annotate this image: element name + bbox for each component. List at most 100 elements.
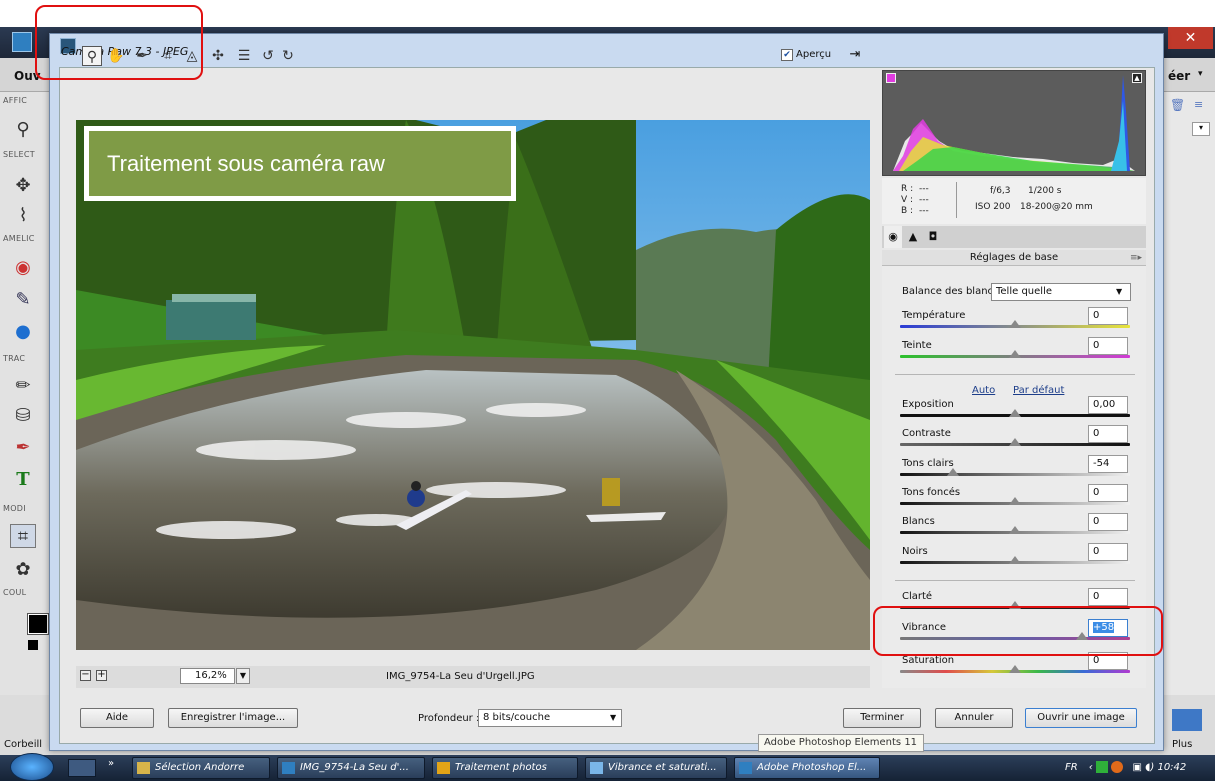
auto-link[interactable]: Auto — [972, 385, 995, 396]
panel-menu-icon[interactable]: ≡▸ — [1130, 253, 1142, 263]
panel-title: Réglages de base — [882, 250, 1146, 266]
lens: 18-200@20 mm — [1020, 202, 1093, 212]
slider-value-field[interactable]: -54 — [1088, 455, 1128, 473]
language-indicator[interactable]: FR — [1065, 762, 1078, 773]
dropdown-icon[interactable]: ▾ — [1192, 122, 1210, 136]
slider-thumb[interactable] — [1009, 556, 1021, 564]
more-icon[interactable] — [1172, 709, 1202, 731]
chevron-down-icon[interactable]: ▼ — [1116, 287, 1122, 296]
foreground-color-swatch[interactable] — [27, 613, 49, 635]
slider-thumb[interactable] — [1009, 320, 1021, 328]
taskbar-item-image[interactable]: IMG_9754-La Seu d'... — [277, 757, 425, 779]
highlight-clipping-warning-icon[interactable]: ▲ — [1132, 73, 1142, 83]
menu-item-create[interactable]: éer — [1168, 69, 1190, 83]
slider-label: Contraste — [902, 428, 951, 439]
preferences-icon[interactable]: ☰ — [234, 46, 254, 66]
slider-value-field[interactable]: 0 — [1088, 588, 1128, 606]
trash-icon[interactable]: 🗑 — [1170, 98, 1185, 112]
slider-thumb[interactable] — [946, 468, 959, 476]
start-button[interactable] — [10, 753, 54, 781]
eyedropper-tool-icon[interactable]: ✒ — [10, 436, 36, 460]
slider-value-field[interactable]: 0 — [1088, 307, 1128, 325]
rotate-right-icon[interactable]: ↻ — [278, 46, 298, 66]
detail-tab-icon[interactable]: ▲ — [905, 229, 921, 245]
taskbar-item-photoshop[interactable]: Adobe Photoshop El... — [734, 757, 880, 779]
pencil-tool-icon[interactable]: ✏ — [10, 374, 36, 398]
list-icon[interactable]: ≡ — [1194, 98, 1208, 112]
red-eye-tool-icon[interactable]: ✣ — [208, 46, 228, 66]
close-button[interactable]: ✕ — [1168, 27, 1213, 49]
camera-calibration-tab-icon[interactable]: ◘ — [925, 229, 941, 245]
slider-value-field[interactable]: 0 — [1088, 484, 1128, 502]
chevron-down-icon[interactable]: ▾ — [1198, 69, 1203, 79]
lasso-tool-icon[interactable]: ⌇ — [10, 204, 36, 228]
annotation-banner: Traitement sous caméra raw — [84, 126, 516, 201]
done-button[interactable]: Terminer — [843, 708, 921, 728]
chevron-left-icon[interactable]: ‹ — [1089, 762, 1093, 773]
clock[interactable]: 10:42 — [1157, 762, 1186, 773]
slider-value-field[interactable]: 0 — [1088, 337, 1128, 355]
annotation-text: Traitement sous caméra raw — [89, 131, 511, 196]
more-label[interactable]: Plus — [1172, 739, 1192, 750]
slider-thumb[interactable] — [1009, 526, 1021, 534]
default-link[interactable]: Par défaut — [1013, 385, 1064, 396]
slider-thumb[interactable] — [1009, 350, 1021, 358]
taskbar-item-selection-andorre[interactable]: Sélection Andorre — [132, 757, 270, 779]
cancel-button[interactable]: Annuler — [935, 708, 1013, 728]
chevron-down-icon[interactable]: ▼ — [610, 713, 616, 722]
brush-tool-icon[interactable]: ✎ — [10, 288, 36, 312]
basic-tab-icon[interactable]: ◉ — [885, 229, 901, 245]
red-eye-tool-icon[interactable]: ◉ — [10, 256, 36, 280]
slider-value-field[interactable]: 0 — [1088, 543, 1128, 561]
white-balance-select[interactable]: Telle quelle — [991, 283, 1131, 301]
depth-select[interactable]: 8 bits/couche — [478, 709, 622, 727]
preview-checkbox[interactable]: ✔ — [781, 49, 793, 61]
shadow-clipping-warning-icon[interactable] — [886, 73, 896, 83]
security-icon[interactable] — [1096, 761, 1109, 773]
zoom-level[interactable]: 16,2% — [180, 668, 235, 684]
slider-track[interactable] — [900, 473, 1130, 476]
chevron-right-icon[interactable]: » — [108, 758, 114, 769]
histogram — [882, 70, 1146, 176]
default-colors-icon[interactable] — [28, 640, 38, 650]
taskbar-item-label: Vibrance et saturati... — [608, 762, 717, 773]
save-image-button[interactable]: Enregistrer l'image... — [168, 708, 298, 728]
r-value: --- — [919, 184, 929, 194]
shape-tool-icon[interactable]: ✿ — [10, 558, 36, 582]
slider-value-field[interactable]: 0 — [1088, 425, 1128, 443]
crop-tool-icon[interactable]: ⌗ — [10, 524, 36, 548]
move-tool-icon[interactable]: ✥ — [10, 174, 36, 198]
open-image-button[interactable]: Ouvrir une image — [1025, 708, 1137, 728]
fullscreen-toggle-icon[interactable]: ⇥ — [846, 46, 864, 64]
text-tool-icon[interactable]: T — [10, 468, 36, 492]
tools-section-select: SELECT — [3, 150, 35, 159]
title-highlight-box — [35, 5, 203, 80]
slider-value-field[interactable]: 0,00 — [1088, 396, 1128, 414]
rotate-left-icon[interactable]: ↺ — [258, 46, 278, 66]
blur-tool-icon[interactable]: ● — [10, 320, 36, 344]
slider-value-field[interactable]: 0 — [1088, 513, 1128, 531]
slider-thumb[interactable] — [1009, 497, 1021, 505]
divider — [895, 374, 1135, 375]
zoom-tool-icon[interactable]: ⚲ — [10, 118, 36, 142]
b-label: B : — [901, 206, 914, 216]
volume-icon[interactable]: ◖) — [1145, 762, 1154, 773]
paint-bucket-icon[interactable]: ⛁ — [10, 404, 36, 428]
show-desktop-icon[interactable] — [68, 759, 96, 777]
network-icon[interactable]: ▣ — [1132, 762, 1141, 773]
chevron-down-icon[interactable]: ▼ — [236, 668, 250, 684]
taskbar-item-traitement[interactable]: Traitement photos — [432, 757, 578, 779]
zoom-out-button[interactable]: − — [80, 670, 91, 681]
trash-label[interactable]: Corbeill — [4, 739, 42, 750]
slider-label: Saturation — [902, 655, 955, 666]
slider-label: Exposition — [902, 399, 954, 410]
browser-icon — [590, 762, 603, 774]
update-icon[interactable] — [1111, 761, 1124, 773]
help-button[interactable]: Aide — [80, 708, 154, 728]
slider-thumb[interactable] — [1009, 665, 1021, 673]
taskbar-item-vibrance[interactable]: Vibrance et saturati... — [585, 757, 727, 779]
zoom-in-button[interactable]: + — [96, 670, 107, 681]
slider-thumb[interactable] — [1009, 409, 1021, 417]
slider-thumb[interactable] — [1009, 438, 1021, 446]
tools-panel: AFFIC ⚲ SELECT ✥ ⌇ AMELIC ◉ ✎ ● TRAC ✏ ⛁… — [0, 92, 56, 710]
